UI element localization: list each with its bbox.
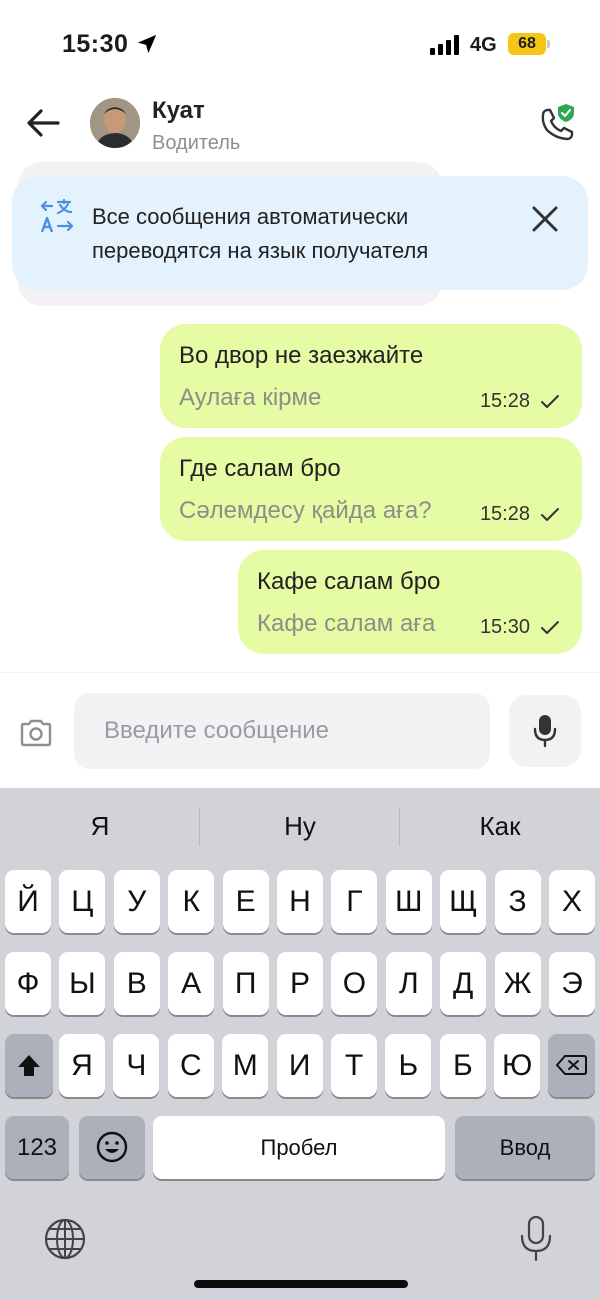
numbers-key[interactable]: 123 bbox=[5, 1116, 69, 1179]
status-time: 15:30 bbox=[62, 30, 129, 58]
suggestion-item[interactable]: Как bbox=[400, 788, 600, 864]
message-text: Во двор не заезжайте bbox=[179, 342, 424, 369]
message-input-bar bbox=[0, 672, 600, 788]
letter-key[interactable]: Э bbox=[549, 952, 595, 1015]
phone-shield-icon bbox=[541, 104, 574, 141]
message-bubble[interactable]: Кафе салам бро Кафе салам аға 15:30 bbox=[238, 550, 582, 654]
globe-icon[interactable] bbox=[42, 1216, 88, 1262]
message-time: 15:28 bbox=[479, 503, 530, 525]
banner-text: Все сообщения автоматически переводятся … bbox=[92, 204, 429, 263]
keyboard: Я Ну Как ЙЦУКЕНГШЩЗХ ФЫВАПРОЛДЖЭ ЯЧСМИТЬ… bbox=[0, 788, 600, 1300]
translate-icon bbox=[40, 198, 74, 233]
letter-key[interactable]: У bbox=[113, 870, 160, 933]
letter-key[interactable]: И bbox=[276, 1034, 323, 1097]
letter-key[interactable]: Т bbox=[331, 1034, 377, 1097]
chat-header: Куат Водитель bbox=[0, 90, 600, 160]
letter-key[interactable]: П bbox=[222, 952, 269, 1015]
check-icon bbox=[541, 395, 559, 408]
letter-key[interactable]: Ю bbox=[494, 1034, 541, 1097]
message-translation: Сәлемдесу қайда аға? bbox=[179, 497, 432, 524]
cellular-signal-icon bbox=[430, 35, 459, 55]
avatar-photo-icon bbox=[90, 98, 140, 148]
message-translation: Кафе салам аға bbox=[257, 610, 436, 637]
backspace-icon bbox=[556, 1055, 587, 1075]
camera-icon bbox=[20, 719, 52, 747]
letter-key[interactable]: М bbox=[222, 1034, 269, 1097]
letter-key[interactable]: Ф bbox=[5, 952, 51, 1015]
camera-button[interactable] bbox=[18, 717, 54, 749]
letter-key[interactable]: Й bbox=[5, 870, 51, 933]
space-key[interactable]: Пробел bbox=[153, 1116, 445, 1179]
translation-banner: Все сообщения автоматически переводятся … bbox=[12, 176, 588, 290]
letter-key[interactable]: Я bbox=[59, 1034, 105, 1097]
voice-message-button[interactable] bbox=[509, 695, 581, 767]
letter-key[interactable]: В bbox=[113, 952, 160, 1015]
shift-arrow-icon bbox=[18, 1055, 40, 1076]
letter-key[interactable]: Ь bbox=[385, 1034, 432, 1097]
shift-key[interactable] bbox=[5, 1034, 53, 1097]
backspace-key[interactable] bbox=[548, 1034, 595, 1097]
letter-key[interactable]: Ж bbox=[494, 952, 541, 1015]
letter-key[interactable]: Л bbox=[385, 952, 432, 1015]
banner-close-button[interactable] bbox=[530, 204, 560, 234]
emoji-icon bbox=[96, 1131, 128, 1163]
suggestion-item[interactable]: Ну bbox=[200, 788, 400, 864]
dictation-mic-icon[interactable] bbox=[518, 1214, 554, 1264]
contact-role: Водитель bbox=[152, 132, 241, 154]
emoji-key[interactable] bbox=[79, 1116, 145, 1179]
letter-key[interactable]: Ц bbox=[59, 870, 106, 933]
status-bar: 15:30 4G 68 bbox=[0, 0, 600, 90]
letter-key[interactable]: Х bbox=[549, 870, 595, 933]
letter-key[interactable]: К bbox=[168, 870, 215, 933]
message-input[interactable] bbox=[74, 693, 490, 769]
microphone-icon bbox=[533, 715, 557, 748]
letter-key[interactable]: С bbox=[167, 1034, 214, 1097]
letter-key[interactable]: Ш bbox=[385, 870, 432, 933]
back-button[interactable] bbox=[24, 106, 64, 140]
call-button[interactable] bbox=[534, 102, 582, 150]
message-time: 15:30 bbox=[479, 616, 530, 638]
letter-key[interactable]: Б bbox=[439, 1034, 486, 1097]
location-arrow-icon bbox=[137, 34, 157, 54]
battery-cap bbox=[547, 40, 550, 48]
letter-key[interactable]: А bbox=[168, 952, 215, 1015]
contact-avatar[interactable] bbox=[90, 98, 140, 148]
home-indicator[interactable] bbox=[194, 1280, 408, 1288]
letter-key[interactable]: О bbox=[331, 952, 378, 1015]
letter-key[interactable]: Ы bbox=[59, 952, 106, 1015]
chat-area[interactable]: Все сообщения автоматически переводятся … bbox=[0, 160, 600, 672]
network-type-label: 4G bbox=[470, 34, 497, 56]
letter-key[interactable]: Г bbox=[331, 870, 378, 933]
check-icon bbox=[541, 508, 559, 521]
letter-key[interactable]: Д bbox=[440, 952, 487, 1015]
contact-name: Куат bbox=[152, 97, 205, 124]
letter-key[interactable]: Н bbox=[277, 870, 323, 933]
message-time: 15:28 bbox=[479, 390, 530, 412]
letter-key[interactable]: Е bbox=[222, 870, 269, 933]
message-bubble[interactable]: Где салам бро Сәлемдесу қайда аға? 15:28 bbox=[160, 437, 582, 541]
letter-key[interactable]: Ч bbox=[113, 1034, 160, 1097]
return-key[interactable]: Ввод bbox=[455, 1116, 595, 1179]
message-translation: Аулаға кірме bbox=[179, 384, 322, 411]
letter-key[interactable]: З bbox=[494, 870, 541, 933]
battery-icon: 68 bbox=[508, 33, 546, 55]
suggestion-item[interactable]: Я bbox=[0, 788, 200, 864]
letter-key[interactable]: Р bbox=[277, 952, 323, 1015]
message-text: Где салам бро bbox=[179, 455, 341, 482]
message-bubble[interactable]: Во двор не заезжайте Аулаға кірме 15:28 bbox=[160, 324, 582, 428]
letter-key[interactable]: Щ bbox=[440, 870, 487, 933]
message-text: Кафе салам бро bbox=[257, 568, 441, 595]
check-icon bbox=[541, 621, 559, 634]
suggestion-bar: Я Ну Как bbox=[0, 788, 600, 864]
